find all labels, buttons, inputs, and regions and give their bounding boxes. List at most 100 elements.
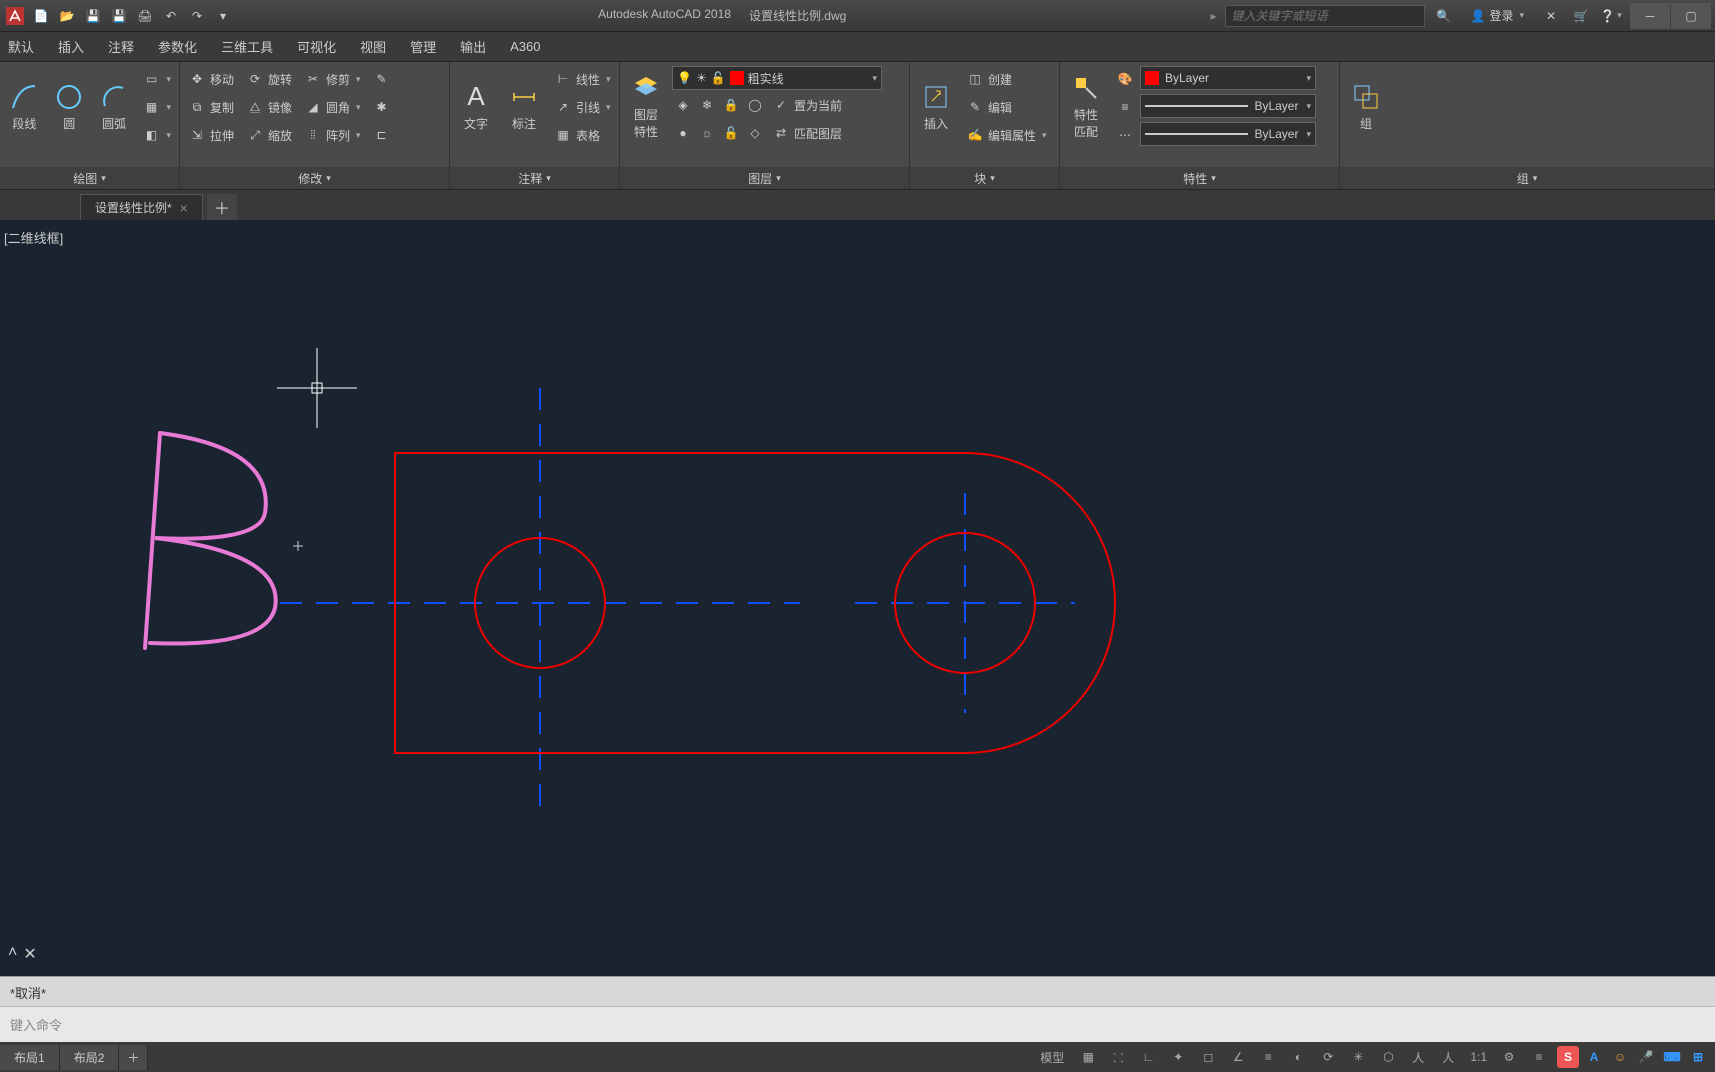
explode-button[interactable]: ✱ [369,94,395,120]
panel-block-label[interactable]: 块 [910,167,1059,189]
panel-modify-label[interactable]: 修改 [180,167,449,189]
otrack-icon[interactable]: ∠ [1226,1045,1250,1069]
linetype-dropdown[interactable]: ByLayer ▾ [1140,122,1316,146]
workspace-icon[interactable]: ⚙ [1497,1045,1521,1069]
layer-uniso-button[interactable]: ◇ [744,120,766,146]
search-input[interactable] [1225,5,1425,27]
group-button[interactable]: 组 [1344,66,1388,146]
plot-icon[interactable]: 🖨 [134,5,156,27]
layer-on-button[interactable]: ● [672,120,694,146]
tab-view[interactable]: 视图 [360,37,386,56]
lineweight-dropdown[interactable]: ByLayer ▾ [1140,94,1316,118]
saveas-icon[interactable]: 💾 [108,5,130,27]
grid-icon[interactable]: ▦ [1076,1045,1100,1069]
dynucs-icon[interactable]: ✳ [1346,1045,1370,1069]
ortho-icon[interactable]: ∟ [1136,1045,1160,1069]
model-button[interactable]: 模型 [1034,1045,1070,1069]
drawing-canvas[interactable]: [二维线框] ˄✕ [0,220,1715,976]
panel-layers-label[interactable]: 图层 [620,167,909,189]
color-dropdown[interactable]: ByLayer ▾ [1140,66,1316,90]
layer-props-button[interactable]: 图层 特性 [624,66,668,146]
panel-group-label[interactable]: 组 [1340,167,1714,189]
scale-button[interactable]: ⤢缩放 [242,122,296,148]
layout-tab-1[interactable]: 布局1 [0,1045,60,1070]
ime-a-button[interactable]: A [1583,1046,1605,1068]
new-icon[interactable]: 📄 [30,5,52,27]
hatch-button[interactable]: ▦▾ [138,94,175,120]
snap-icon[interactable]: ⸬ [1106,1045,1130,1069]
tab-default[interactable]: 默认 [8,37,34,56]
isoplane-icon[interactable]: ⬡ [1376,1045,1400,1069]
open-icon[interactable]: 📂 [56,5,78,27]
copy-button[interactable]: ⧉复制 [184,94,238,120]
create-block-button[interactable]: ◫创建 [962,66,1051,92]
redo-icon[interactable]: ↷ [186,5,208,27]
table-button[interactable]: ▦表格 [550,122,615,148]
offset-button[interactable]: ⊏ [369,122,395,148]
polar-icon[interactable]: ✦ [1166,1045,1190,1069]
layout-add-button[interactable]: ＋ [119,1045,148,1070]
ime-grid-icon[interactable]: ⊞ [1687,1046,1709,1068]
layer-lock-button[interactable]: 🔒 [720,92,742,118]
command-line[interactable]: 键入命令 [0,1006,1715,1042]
layer-iso-button[interactable]: ◈ [672,92,694,118]
tab-a360[interactable]: A360 [510,39,540,54]
layer-off-button[interactable]: ◯ [744,92,766,118]
help-icon[interactable]: ❔▾ [1600,5,1622,27]
chevron-up-icon[interactable]: ˄ [8,944,17,964]
new-tab-button[interactable]: ＋ [207,194,237,220]
close-icon[interactable]: × [180,200,188,216]
tab-output[interactable]: 输出 [460,37,486,56]
match-props-button[interactable]: 特性 匹配 [1064,66,1108,146]
osnap-icon[interactable]: ◻ [1196,1045,1220,1069]
tab-param[interactable]: 参数化 [158,37,197,56]
linetype-list-button[interactable]: ⋯ [1114,122,1136,148]
stretch-button[interactable]: ⇲拉伸 [184,122,238,148]
transparency-icon[interactable]: ◐ [1286,1045,1310,1069]
arc-button[interactable]: 圆弧 [94,66,135,146]
view-style-label[interactable]: [二维线框] [4,228,63,247]
minimize-button[interactable]: ─ [1630,3,1670,29]
cycle-icon[interactable]: ⟳ [1316,1045,1340,1069]
cmd-history-toggle[interactable]: ˄✕ [8,944,37,964]
app-menu-button[interactable] [4,5,26,27]
rotate-button[interactable]: ⟳旋转 [242,66,296,92]
ime-mic-icon[interactable]: 🎤 [1635,1046,1657,1068]
anno-scale[interactable]: 1:1 [1466,1045,1491,1069]
tab-manage[interactable]: 管理 [410,37,436,56]
panel-draw-label[interactable]: 绘图 [0,167,179,189]
customize-icon[interactable]: ≡ [1527,1045,1551,1069]
insert-block-button[interactable]: 插入 [914,66,958,146]
erase-button[interactable]: ✎ [369,66,395,92]
tab-3dtools[interactable]: 三维工具 [221,37,273,56]
color-wheel-button[interactable]: 🎨 [1114,66,1136,92]
save-icon[interactable]: 💾 [82,5,104,27]
search-caret-icon[interactable]: ▸ [1210,9,1216,23]
undo-icon[interactable]: ↶ [160,5,182,27]
lweight-icon[interactable]: ≡ [1256,1045,1280,1069]
anno-vis-icon[interactable]: 人 [1406,1045,1430,1069]
exchange-icon[interactable]: ✕ [1540,5,1562,27]
search-icon[interactable]: 🔍 [1433,5,1455,27]
lineweight-list-button[interactable]: ≡ [1114,94,1136,120]
close-icon[interactable]: ✕ [23,944,36,964]
ime-kbd-icon[interactable]: ⌨ [1661,1046,1683,1068]
layer-thaw-button[interactable]: ☼ [696,120,718,146]
array-button[interactable]: ⦙⦙阵列▾ [300,122,365,148]
leader-button[interactable]: ↗引线▾ [550,94,615,120]
layout-tab-2[interactable]: 布局2 [60,1045,120,1070]
layer-freeze-button[interactable]: ❄ [696,92,718,118]
panel-props-label[interactable]: 特性 [1060,167,1339,189]
ime-face-icon[interactable]: ☺ [1609,1046,1631,1068]
tab-annotate[interactable]: 注释 [108,37,134,56]
rect-button[interactable]: ▭▾ [138,66,175,92]
qat-dropdown-icon[interactable]: ▾ [212,5,234,27]
panel-annotate-label[interactable]: 注释 [450,167,619,189]
mirror-button[interactable]: ⧋镜像 [242,94,296,120]
edit-block-button[interactable]: ✎编辑 [962,94,1051,120]
match-layer-button[interactable]: ⇄匹配图层 [768,120,846,146]
edit-attr-button[interactable]: ✍编辑属性▾ [962,122,1051,148]
maximize-button[interactable]: ▢ [1671,3,1711,29]
linear-dim-button[interactable]: ⊢线性▾ [550,66,615,92]
trim-button[interactable]: ✂修剪▾ [300,66,365,92]
